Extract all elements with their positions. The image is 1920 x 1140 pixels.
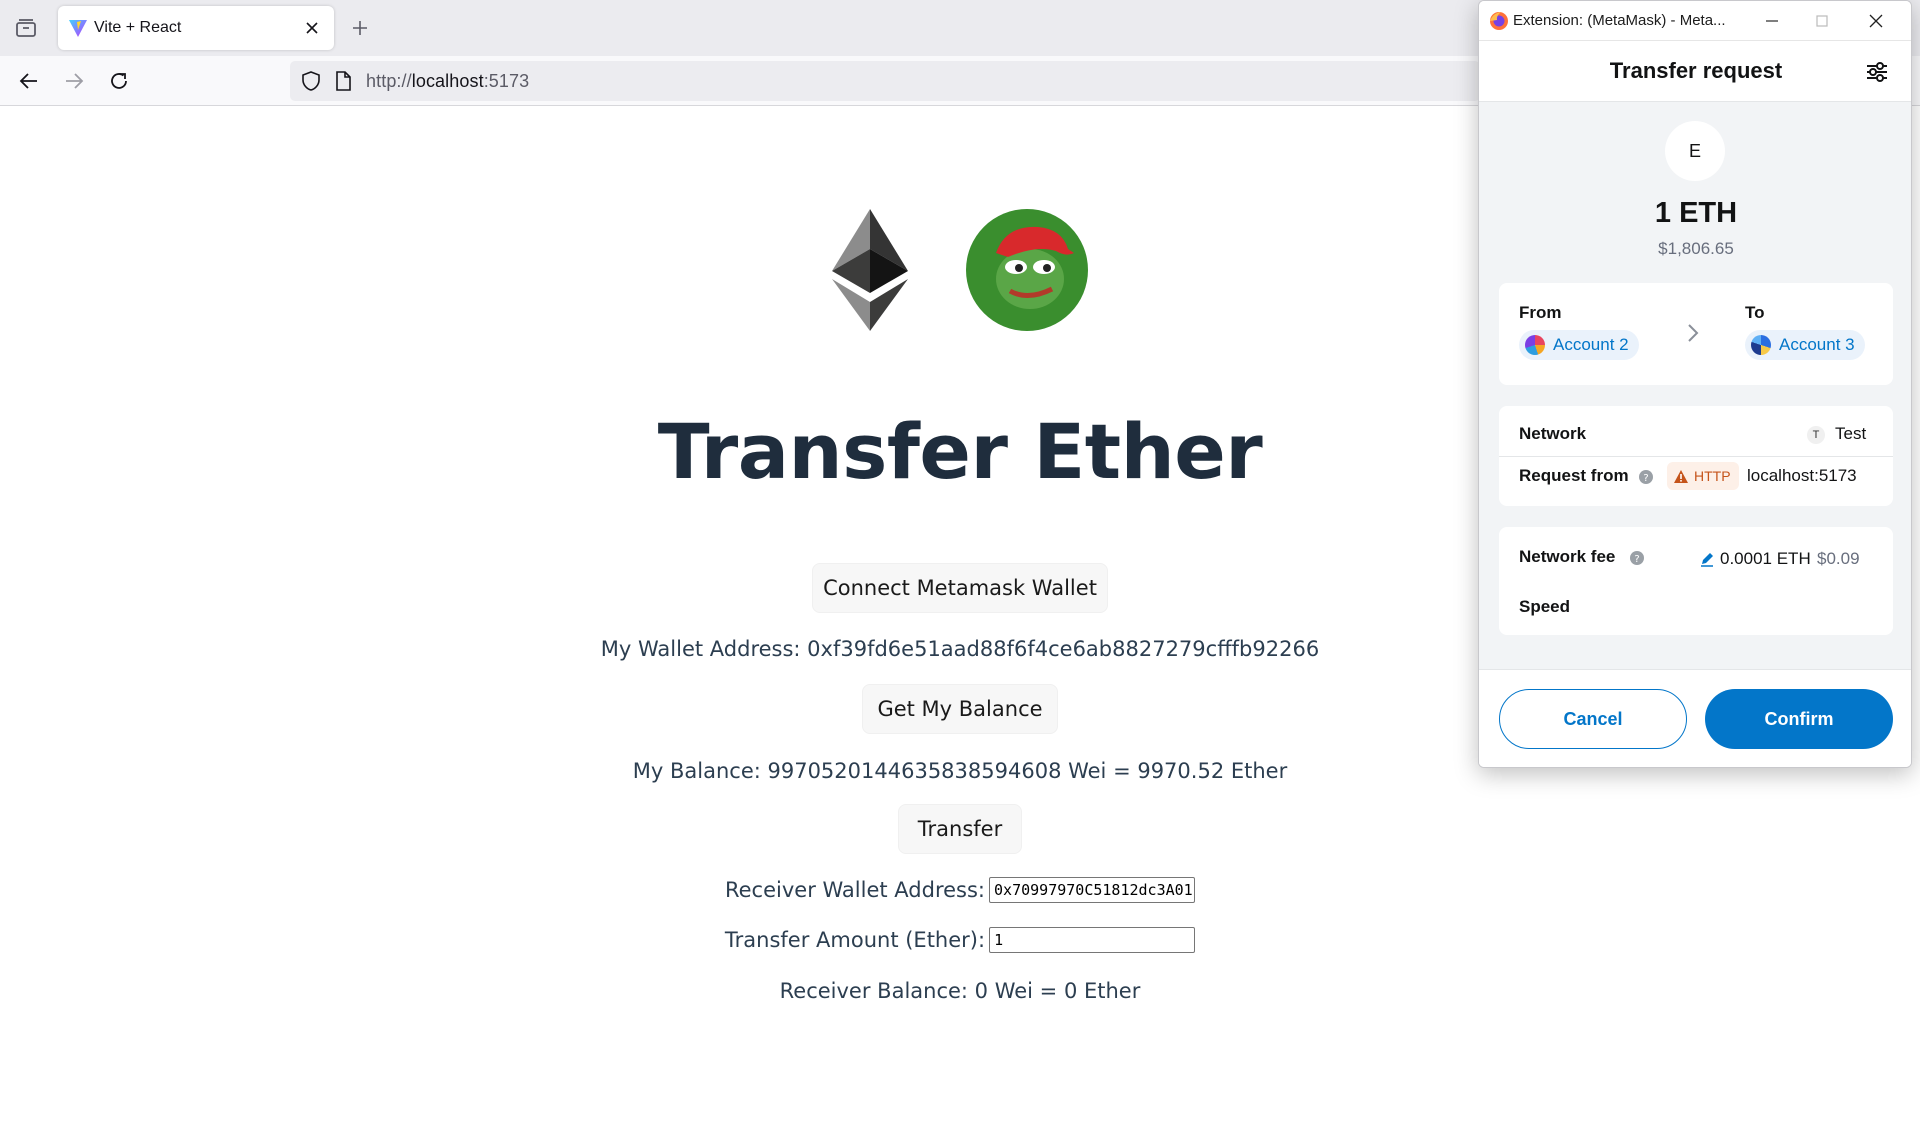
to-account-avatar-icon <box>1751 335 1771 355</box>
transfer-amount: 1 ETH <box>1654 197 1738 229</box>
forward-icon[interactable] <box>57 64 91 98</box>
metamask-header: Transfer request <box>1479 42 1911 102</box>
transfer-amount-row: Transfer Amount (Ether): 1 <box>460 927 1460 953</box>
speed-label: Speed <box>1519 597 1571 616</box>
receiver-address-row: Receiver Wallet Address: 0x70997970C5181… <box>460 877 1460 903</box>
close-window-icon[interactable] <box>1861 7 1891 35</box>
network-fee-card: Network fee ? 0.0001 ETH $0.09 Speed <box>1499 527 1893 635</box>
url-bar[interactable]: http://localhost:5173 <box>290 61 1480 101</box>
metamask-window-title: Extension: (MetaMask) - Meta... <box>1513 12 1726 29</box>
network-card: Network T Test Request from ? HTTP local… <box>1499 406 1893 506</box>
from-label: From <box>1519 303 1562 322</box>
shield-icon[interactable] <box>300 70 322 97</box>
firefox-icon <box>1489 11 1509 36</box>
to-account-pill[interactable]: Account 3 <box>1745 330 1865 360</box>
divider <box>1499 456 1893 457</box>
transfer-fiat-value: $1,806.65 <box>1658 239 1734 258</box>
minimize-icon[interactable] <box>1757 7 1787 35</box>
page-info-icon[interactable] <box>334 71 352 96</box>
fee-eth-value: 0.0001 ETH <box>1720 549 1811 568</box>
wallet-address-text: My Wallet Address: 0xf39fd6e51aad88f6f4c… <box>600 637 1320 661</box>
transfer-button[interactable]: Transfer <box>898 804 1022 854</box>
network-label: Network <box>1519 424 1587 443</box>
tab-list-icon[interactable] <box>10 12 42 44</box>
metamask-window-titlebar: Extension: (MetaMask) - Meta... <box>1479 1 1911 41</box>
http-badge-label: HTTP <box>1694 468 1731 484</box>
new-tab-icon[interactable] <box>346 14 374 42</box>
browser-tab[interactable]: Vite + React <box>58 6 334 50</box>
metamask-popup: Extension: (MetaMask) - Meta... Transfer… <box>1478 0 1912 768</box>
fee-fiat-value: $0.09 <box>1817 549 1860 568</box>
metamask-footer: Cancel Confirm <box>1479 669 1911 767</box>
connect-wallet-button[interactable]: Connect Metamask Wallet <box>812 563 1108 613</box>
from-account-avatar-icon <box>1525 335 1545 355</box>
transfer-amount-input[interactable]: 1 <box>989 927 1196 953</box>
from-account-pill[interactable]: Account 2 <box>1519 330 1639 360</box>
transfer-request-title: Transfer request <box>1609 58 1783 83</box>
receiver-balance-text: Receiver Balance: 0 Wei = 0 Ether <box>779 979 1141 1003</box>
advanced-settings-icon[interactable] <box>1863 58 1891 86</box>
network-avatar-icon: T <box>1807 426 1825 444</box>
to-account-name: Account 3 <box>1779 335 1855 354</box>
reload-icon[interactable] <box>102 64 136 98</box>
metamask-body: Transfer request E 1 ETH $1,806.65 From … <box>1479 42 1911 767</box>
maximize-icon[interactable] <box>1807 7 1837 35</box>
vite-favicon-icon <box>68 18 88 43</box>
request-from-label: Request from <box>1519 466 1629 485</box>
ethereum-logo <box>832 209 908 336</box>
svg-text:?: ? <box>1634 554 1639 565</box>
chevron-right-icon <box>1685 323 1701 348</box>
pepe-logo <box>966 209 1088 336</box>
url-text[interactable]: http://localhost:5173 <box>366 71 529 92</box>
info-icon[interactable]: ? <box>1638 469 1654 490</box>
token-avatar: E <box>1665 121 1725 181</box>
request-origin: localhost:5173 <box>1747 466 1857 485</box>
balance-text: My Balance: 9970520144635838594608 Wei =… <box>632 759 1288 783</box>
confirm-button[interactable]: Confirm <box>1705 689 1893 749</box>
from-to-card: From Account 2 To Account 3 <box>1499 283 1893 385</box>
network-fee-label: Network fee <box>1519 547 1616 566</box>
network-value: Test <box>1835 424 1867 443</box>
page-title: Transfer Ether <box>657 407 1263 496</box>
cancel-button[interactable]: Cancel <box>1499 689 1687 749</box>
receiver-address-input[interactable]: 0x70997970C51812dc3A01 <box>989 877 1196 903</box>
svg-text:?: ? <box>1643 473 1648 484</box>
from-account-name: Account 2 <box>1553 335 1629 354</box>
receiver-address-label: Receiver Wallet Address: <box>724 878 986 902</box>
edit-fee-icon[interactable] <box>1699 551 1715 572</box>
warning-icon <box>1674 469 1688 483</box>
back-icon[interactable] <box>12 64 46 98</box>
transfer-amount-label: Transfer Amount (Ether): <box>724 928 986 952</box>
http-warning-badge: HTTP <box>1667 462 1739 490</box>
tab-title: Vite + React <box>94 19 182 36</box>
to-label: To <box>1745 303 1765 322</box>
get-balance-button[interactable]: Get My Balance <box>862 684 1058 734</box>
fee-info-icon[interactable]: ? <box>1629 550 1645 571</box>
close-tab-icon[interactable] <box>300 16 324 40</box>
